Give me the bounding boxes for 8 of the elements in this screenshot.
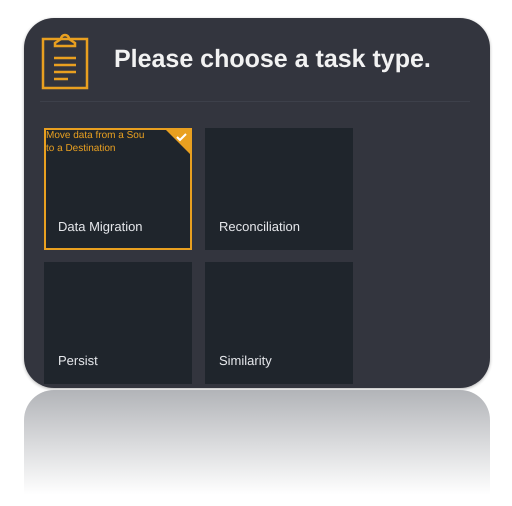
task-tile[interactable]: Move data from a Sou to a Destination Data Migration: [44, 128, 192, 250]
tile-description: Move data from a Sou: [46, 130, 144, 142]
task-tile[interactable]: Persist: [44, 262, 192, 384]
tile-description: to a Destination: [46, 142, 116, 155]
dialog-title: Please choose a task type.: [114, 44, 431, 75]
task-tile[interactable]: Similarity: [205, 262, 353, 384]
check-corner-icon: [166, 130, 190, 154]
task-tile[interactable]: Reconciliation: [205, 128, 353, 250]
